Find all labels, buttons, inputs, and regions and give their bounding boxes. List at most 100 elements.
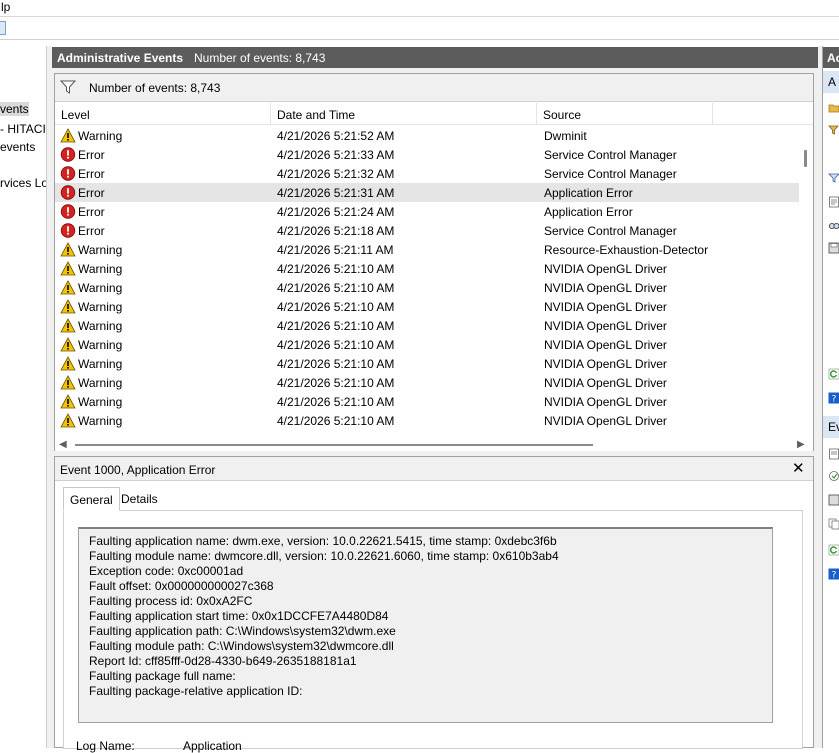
- scroll-left-icon[interactable]: ◀: [59, 439, 67, 450]
- table-row[interactable]: Error4/21/2026 5:21:32 AMService Control…: [55, 164, 799, 183]
- horizontal-scrollbar[interactable]: ◀ ▶: [55, 438, 813, 451]
- table-row[interactable]: Warning4/21/2026 5:21:10 AMNVIDIA OpenGL…: [55, 335, 799, 354]
- cell-level: Error: [78, 186, 105, 200]
- column-source[interactable]: Source: [537, 103, 713, 125]
- copy-icon[interactable]: [828, 518, 839, 530]
- toolbar-icon[interactable]: [0, 21, 6, 35]
- cell-source: NVIDIA OpenGL Driver: [544, 357, 667, 371]
- horizontal-scroll-thumb[interactable]: [75, 444, 593, 446]
- menubar: lp: [0, 0, 839, 17]
- find-icon[interactable]: [828, 220, 839, 232]
- table-row[interactable]: Warning4/21/2026 5:21:10 AMNVIDIA OpenGL…: [55, 259, 799, 278]
- tab-general[interactable]: General: [63, 487, 120, 511]
- filter-icon[interactable]: [60, 80, 76, 94]
- general-tab-content: Faulting application name: dwm.exe, vers…: [63, 510, 803, 749]
- table-row[interactable]: Error4/21/2026 5:21:33 AMService Control…: [55, 145, 799, 164]
- cell-date-time: 4/21/2026 5:21:10 AM: [277, 414, 394, 428]
- cell-source: NVIDIA OpenGL Driver: [544, 319, 667, 333]
- cell-date-time: 4/21/2026 5:21:11 AM: [277, 243, 394, 257]
- attach-task-icon[interactable]: [828, 470, 839, 482]
- events-grid: Level Date and Time Source Warning4/21/2…: [55, 103, 813, 438]
- close-icon[interactable]: ✕: [792, 459, 805, 477]
- description-line: Exception code: 0xc00001ad: [89, 564, 243, 578]
- column-date-time[interactable]: Date and Time: [271, 103, 537, 125]
- cell-level: Warning: [78, 376, 122, 390]
- console-tree: vents - HITACI events rvices Lo: [0, 46, 47, 748]
- cell-level: Warning: [78, 300, 122, 314]
- cell-source: NVIDIA OpenGL Driver: [544, 338, 667, 352]
- save-selected-icon[interactable]: [828, 494, 839, 506]
- toolbar: [0, 18, 839, 40]
- save-icon[interactable]: [828, 242, 839, 254]
- cell-level: Warning: [78, 357, 122, 371]
- actions-header: Ac: [823, 47, 839, 68]
- help-icon-2[interactable]: ?: [828, 568, 839, 580]
- event-properties-icon[interactable]: [828, 448, 839, 460]
- open-folder-icon[interactable]: [828, 102, 839, 114]
- detail-header: Event 1000, Application Error ✕: [55, 457, 813, 481]
- cell-date-time: 4/21/2026 5:21:10 AM: [277, 262, 394, 276]
- description-line: Faulting package-relative application ID…: [89, 684, 302, 698]
- table-row[interactable]: Warning4/21/2026 5:21:10 AMNVIDIA OpenGL…: [55, 354, 799, 373]
- warning-icon: [60, 394, 76, 409]
- filter-star-icon[interactable]: [828, 124, 839, 136]
- grid-header: Level Date and Time Source: [55, 103, 813, 125]
- error-icon: [60, 223, 76, 238]
- warning-icon: [60, 128, 76, 143]
- vertical-scroll-thumb[interactable]: [804, 150, 807, 167]
- tree-item-admin-events[interactable]: vents: [0, 102, 29, 116]
- menu-help[interactable]: lp: [1, 0, 10, 14]
- table-row[interactable]: Warning4/21/2026 5:21:10 AMNVIDIA OpenGL…: [55, 316, 799, 335]
- actions-section-admin-events[interactable]: A: [823, 71, 839, 93]
- tree-item-events[interactable]: events: [0, 140, 35, 154]
- warning-icon: [60, 318, 76, 333]
- table-row[interactable]: Error4/21/2026 5:21:31 AMApplication Err…: [55, 183, 799, 202]
- middle-pane-header: Administrative Events Number of events: …: [52, 47, 818, 68]
- warning-icon: [60, 337, 76, 352]
- actions-section-event[interactable]: Ev: [823, 416, 839, 438]
- error-icon: [60, 147, 76, 162]
- table-row[interactable]: Warning4/21/2026 5:21:52 AMDwminit: [55, 126, 799, 145]
- scroll-right-icon[interactable]: ▶: [797, 439, 805, 450]
- table-row[interactable]: Warning4/21/2026 5:21:10 AMNVIDIA OpenGL…: [55, 392, 799, 411]
- cell-date-time: 4/21/2026 5:21:52 AM: [277, 129, 394, 143]
- column-level[interactable]: Level: [55, 103, 271, 125]
- properties-icon[interactable]: [828, 196, 839, 208]
- error-icon: [60, 185, 76, 200]
- tree-item-hitachi[interactable]: - HITACI: [0, 122, 46, 136]
- filter-bar: Number of events: 8,743: [55, 74, 813, 102]
- cell-source: Service Control Manager: [544, 148, 677, 162]
- filter-icon[interactable]: [828, 172, 839, 184]
- tab-details[interactable]: Details: [115, 487, 164, 511]
- table-row[interactable]: Warning4/21/2026 5:21:10 AMNVIDIA OpenGL…: [55, 411, 799, 430]
- event-description[interactable]: Faulting application name: dwm.exe, vers…: [78, 527, 773, 723]
- description-line: Faulting application name: dwm.exe, vers…: [89, 534, 557, 548]
- cell-source: Service Control Manager: [544, 167, 677, 181]
- table-row[interactable]: Warning4/21/2026 5:21:10 AMNVIDIA OpenGL…: [55, 278, 799, 297]
- table-row[interactable]: Warning4/21/2026 5:21:10 AMNVIDIA OpenGL…: [55, 297, 799, 316]
- cell-source: Application Error: [544, 186, 633, 200]
- vertical-scrollbar[interactable]: [799, 125, 813, 438]
- cell-date-time: 4/21/2026 5:21:10 AM: [277, 300, 394, 314]
- events-panel: Number of events: 8,743 Level Date and T…: [54, 73, 814, 451]
- tree-item-services-logs[interactable]: rvices Lo: [0, 176, 47, 190]
- table-row[interactable]: Error4/21/2026 5:21:24 AMApplication Err…: [55, 202, 799, 221]
- table-row[interactable]: Error4/21/2026 5:21:18 AMService Control…: [55, 221, 799, 240]
- cell-source: Service Control Manager: [544, 224, 677, 238]
- cell-date-time: 4/21/2026 5:21:10 AM: [277, 376, 394, 390]
- filter-count: Number of events: 8,743: [89, 81, 220, 95]
- help-icon[interactable]: ?: [828, 392, 839, 404]
- cell-source: NVIDIA OpenGL Driver: [544, 262, 667, 276]
- cell-level: Warning: [78, 395, 122, 409]
- log-name-label: Log Name:: [76, 739, 135, 753]
- table-row[interactable]: Warning4/21/2026 5:21:11 AMResource-Exha…: [55, 240, 799, 259]
- description-line: Faulting application start time: 0x0x1DC…: [89, 609, 388, 623]
- table-row[interactable]: Warning 4/21/2026 5:21:10 AM NVIDIA OpenGL…: [55, 373, 799, 392]
- refresh-icon-2[interactable]: [828, 544, 839, 556]
- description-line: Faulting process id: 0x0xA2FC: [89, 594, 252, 608]
- warning-icon: [60, 413, 76, 428]
- refresh-icon[interactable]: [828, 368, 839, 380]
- cell-source: NVIDIA OpenGL Driver: [544, 376, 667, 390]
- detail-title: Event 1000, Application Error: [60, 463, 215, 477]
- cell-level: Warning: [78, 414, 122, 428]
